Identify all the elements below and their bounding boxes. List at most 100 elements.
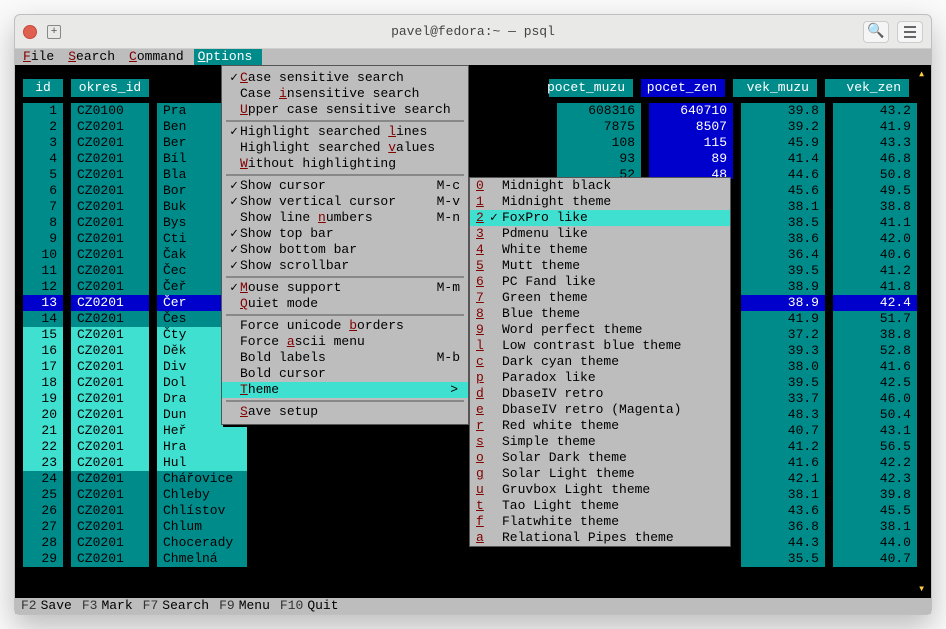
- options-item[interactable]: Show line numbersM-n: [222, 210, 468, 226]
- table-row[interactable]: 24CZ0201Chářovice: [23, 471, 255, 487]
- theme-item[interactable]: g Solar Light theme: [470, 466, 730, 482]
- cell-num: 38.1: [833, 519, 917, 535]
- theme-item[interactable]: 0 Midnight black: [470, 178, 730, 194]
- cell-num: 39.3: [741, 343, 825, 359]
- theme-item[interactable]: s Simple theme: [470, 434, 730, 450]
- options-item[interactable]: Save setup: [222, 404, 468, 420]
- col-pmuzu[interactable]: pocet_muzu: [549, 79, 633, 97]
- menubar-command[interactable]: Command: [125, 49, 194, 65]
- cell-okres: CZ0201: [71, 423, 149, 439]
- options-item[interactable]: Theme>: [222, 382, 468, 398]
- cell-num: 41.6: [741, 455, 825, 471]
- menubar[interactable]: FileSearchCommandOptions: [15, 49, 931, 65]
- options-item[interactable]: ✓Highlight searched lines: [222, 124, 468, 140]
- status-bar: F2 Save F3 Mark F7 Search F9 Menu F10 Quit: [15, 598, 931, 614]
- menu-icon[interactable]: [897, 21, 923, 43]
- options-item[interactable]: ✓Show top bar: [222, 226, 468, 242]
- options-item[interactable]: ✓Show vertical cursorM-v: [222, 194, 468, 210]
- options-item[interactable]: ✓Show scrollbar: [222, 258, 468, 274]
- options-item[interactable]: Quiet mode: [222, 296, 468, 312]
- footer-search[interactable]: F7 Search: [143, 598, 209, 614]
- footer-save[interactable]: F2 Save: [21, 598, 72, 614]
- theme-item[interactable]: f Flatwhite theme: [470, 514, 730, 530]
- cell-num: 37.2: [741, 327, 825, 343]
- options-item[interactable]: Case insensitive search: [222, 86, 468, 102]
- theme-item[interactable]: r Red white theme: [470, 418, 730, 434]
- theme-item[interactable]: 4 White theme: [470, 242, 730, 258]
- cell-num: 43.6: [741, 503, 825, 519]
- options-item[interactable]: ✓Show bottom bar: [222, 242, 468, 258]
- cell-okres: CZ0201: [71, 183, 149, 199]
- cell-okres: CZ0100: [71, 103, 149, 119]
- table-row[interactable]: 22CZ0201Hra: [23, 439, 255, 455]
- theme-item[interactable]: u Gruvbox Light theme: [470, 482, 730, 498]
- table-row[interactable]: 25CZ0201Chleby: [23, 487, 255, 503]
- options-item[interactable]: ✓Mouse supportM-m: [222, 280, 468, 296]
- cell-num: 39.5: [741, 263, 825, 279]
- col-okres[interactable]: okres_id: [71, 79, 149, 97]
- theme-item[interactable]: p Paradox like: [470, 370, 730, 386]
- footer-mark[interactable]: F3 Mark: [82, 598, 133, 614]
- menubar-options[interactable]: Options: [194, 49, 263, 65]
- cell-okres: CZ0201: [71, 263, 149, 279]
- theme-item[interactable]: l Low contrast blue theme: [470, 338, 730, 354]
- cell-id: 5: [23, 167, 63, 183]
- theme-item[interactable]: o Solar Dark theme: [470, 450, 730, 466]
- col-vmuzu[interactable]: vek_muzu: [733, 79, 817, 97]
- options-item[interactable]: Highlight searched values: [222, 140, 468, 156]
- table-row[interactable]: 21CZ0201Heř: [23, 423, 255, 439]
- options-menu[interactable]: ✓Case sensitive search Case insensitive …: [221, 65, 469, 425]
- cell-num: 40.6: [833, 247, 917, 263]
- theme-submenu[interactable]: 0 Midnight black1 Midnight theme2✓FoxPro…: [469, 177, 731, 547]
- options-item[interactable]: Bold labelsM-b: [222, 350, 468, 366]
- scroll-up-icon[interactable]: ▴: [918, 69, 928, 79]
- footer-menu[interactable]: F9 Menu: [219, 598, 270, 614]
- cell-num: 8507: [649, 119, 733, 135]
- cell-okres: CZ0201: [71, 439, 149, 455]
- table-row[interactable]: 23CZ0201Hul: [23, 455, 255, 471]
- footer-quit[interactable]: F10 Quit: [280, 598, 339, 614]
- table-row[interactable]: 26CZ0201Chlístov: [23, 503, 255, 519]
- options-item[interactable]: ✓Show cursorM-c: [222, 178, 468, 194]
- theme-item[interactable]: 3 Pdmenu like: [470, 226, 730, 242]
- options-item[interactable]: ✓Case sensitive search: [222, 70, 468, 86]
- theme-item[interactable]: 6 PC Fand like: [470, 274, 730, 290]
- close-button[interactable]: [23, 25, 37, 39]
- theme-item[interactable]: 2✓FoxPro like: [470, 210, 730, 226]
- options-item[interactable]: Force unicode borders: [222, 318, 468, 334]
- search-icon[interactable]: 🔍: [863, 21, 889, 43]
- theme-item[interactable]: 7 Green theme: [470, 290, 730, 306]
- theme-item[interactable]: 1 Midnight theme: [470, 194, 730, 210]
- cell-okres: CZ0201: [71, 247, 149, 263]
- theme-item[interactable]: 5 Mutt theme: [470, 258, 730, 274]
- titlebar: + pavel@fedora:~ — psql 🔍: [15, 15, 931, 49]
- cell-okres: CZ0201: [71, 471, 149, 487]
- options-item[interactable]: Upper case sensitive search: [222, 102, 468, 118]
- theme-item[interactable]: 8 Blue theme: [470, 306, 730, 322]
- theme-item[interactable]: a Relational Pipes theme: [470, 530, 730, 546]
- options-item[interactable]: Without highlighting: [222, 156, 468, 172]
- app-window: + pavel@fedora:~ — psql 🔍 FileSearchComm…: [14, 14, 932, 615]
- cell-num: 41.9: [833, 119, 917, 135]
- table-row[interactable]: 28CZ0201Chocerady: [23, 535, 255, 551]
- options-item[interactable]: Bold cursor: [222, 366, 468, 382]
- menubar-search[interactable]: Search: [64, 49, 125, 65]
- col-pzen[interactable]: pocet_zen: [641, 79, 725, 97]
- cell-num: 49.5: [833, 183, 917, 199]
- cell-okres: CZ0201: [71, 407, 149, 423]
- scroll-down-icon[interactable]: ▾: [918, 584, 928, 594]
- theme-item[interactable]: c Dark cyan theme: [470, 354, 730, 370]
- cell-id: 18: [23, 375, 63, 391]
- theme-item[interactable]: 9 Word perfect theme: [470, 322, 730, 338]
- table-row[interactable]: 29CZ0201Chmelná: [23, 551, 255, 567]
- cell-okres: CZ0201: [71, 295, 149, 311]
- menubar-file[interactable]: File: [19, 49, 64, 65]
- theme-item[interactable]: t Tao Light theme: [470, 498, 730, 514]
- new-tab-icon[interactable]: +: [47, 25, 61, 39]
- col-id[interactable]: id: [23, 79, 63, 97]
- options-item[interactable]: Force ascii menu: [222, 334, 468, 350]
- col-vzen[interactable]: vek_zen: [825, 79, 909, 97]
- theme-item[interactable]: d DbaseIV retro: [470, 386, 730, 402]
- theme-item[interactable]: e DbaseIV retro (Magenta): [470, 402, 730, 418]
- table-row[interactable]: 27CZ0201Chlum: [23, 519, 255, 535]
